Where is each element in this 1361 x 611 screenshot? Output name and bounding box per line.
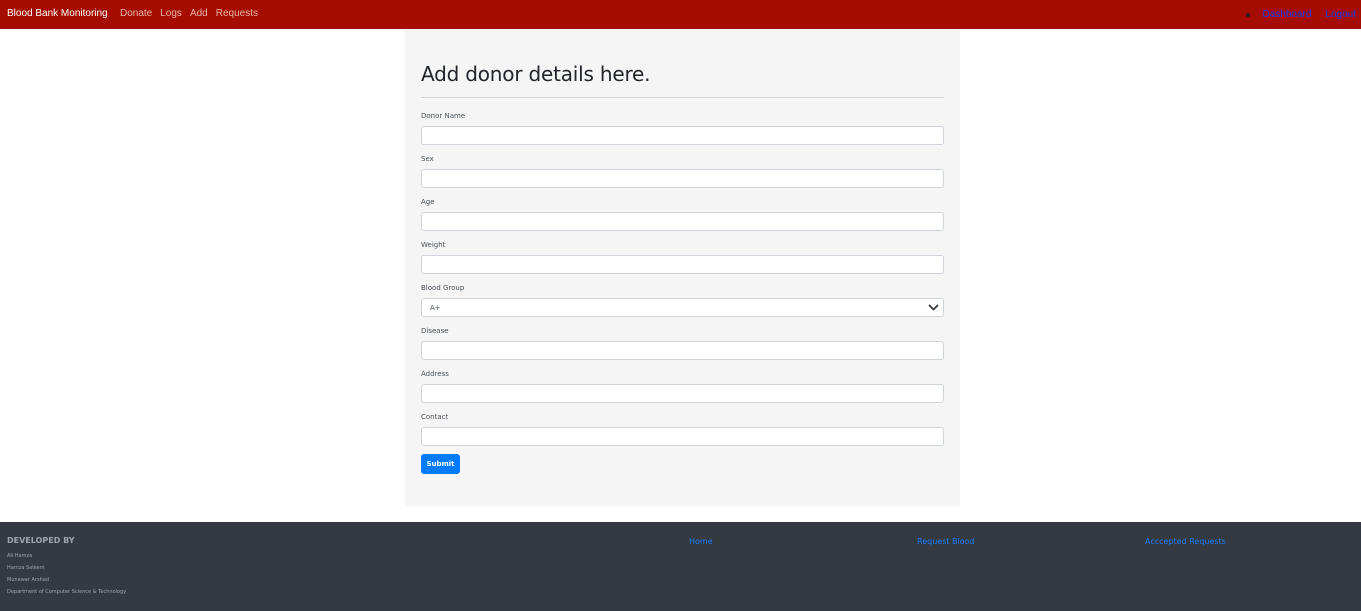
add-donor-card: Add donor details here. Donor Name Sex A… (405, 29, 960, 506)
developer-name: Munawar Arshad (7, 577, 50, 583)
weight-input[interactable] (421, 255, 944, 274)
nav-link-logs[interactable]: Logs (160, 8, 182, 19)
submit-button[interactable]: Submit (421, 454, 460, 474)
sex-input[interactable] (421, 169, 944, 188)
nav-link-logout[interactable]: Logout (1325, 9, 1356, 20)
weight-label: Weight (421, 241, 446, 249)
developer-name: Hamza Saleem (7, 565, 45, 571)
nav-right-group: Dashboard Logout (1246, 0, 1361, 29)
disease-label: Disease (421, 327, 449, 335)
donor-name-label: Donor Name (421, 112, 466, 120)
nav-link-add[interactable]: Add (190, 8, 208, 19)
developed-by-heading: DEVELOPED BY (7, 536, 75, 545)
disease-input[interactable] (421, 341, 944, 360)
chevron-down-icon (928, 304, 939, 311)
address-label: Address (421, 370, 449, 378)
nav-link-donate[interactable]: Donate (120, 8, 152, 19)
footer-link-home[interactable]: Home (689, 537, 713, 546)
blood-group-select[interactable]: A+ (421, 298, 944, 317)
age-input[interactable] (421, 212, 944, 231)
nav-link-dashboard[interactable]: Dashboard (1262, 9, 1311, 20)
bullet-dot-icon (1246, 12, 1251, 17)
age-label: Age (421, 198, 435, 206)
page-title: Add donor details here. (421, 62, 651, 86)
contact-input[interactable] (421, 427, 944, 446)
developer-name: Ali Hamza (7, 553, 33, 559)
nav-links: Donate Logs Add Requests (120, 8, 266, 19)
contact-label: Contact (421, 413, 449, 421)
blood-group-selected-value: A+ (430, 303, 441, 312)
footer-link-request-blood[interactable]: Request Blood (917, 537, 975, 546)
nav-link-requests[interactable]: Requests (216, 8, 258, 19)
title-divider (421, 97, 944, 98)
department-name: Department of Computer Science & Technol… (7, 589, 127, 595)
donor-name-input[interactable] (421, 126, 944, 145)
address-input[interactable] (421, 384, 944, 403)
footer-link-accepted-requests[interactable]: Acccepted Requests (1145, 537, 1226, 546)
blood-group-label: Blood Group (421, 284, 465, 292)
sex-label: Sex (421, 155, 434, 163)
page-footer: DEVELOPED BY Ali Hamza Hamza Saleem Muna… (0, 522, 1361, 611)
brand-link[interactable]: Blood Bank Monitoring (7, 8, 108, 19)
top-navbar: Blood Bank Monitoring Donate Logs Add Re… (0, 0, 1361, 29)
